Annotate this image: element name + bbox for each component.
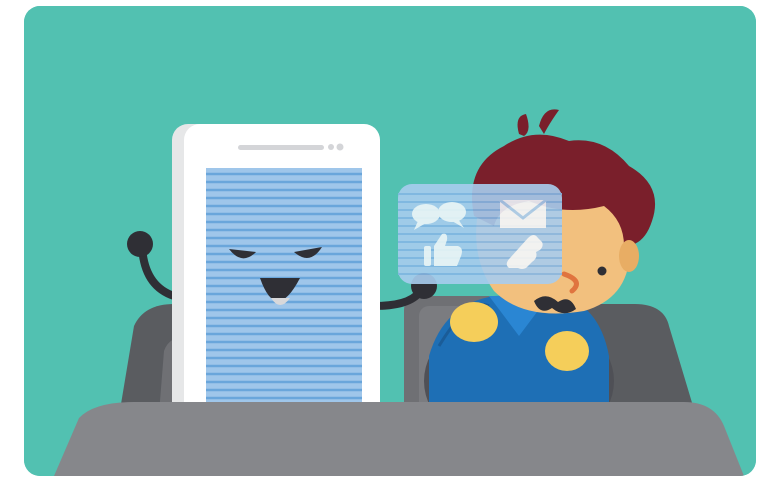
- notification-bubble: [398, 184, 562, 284]
- illustration-frame: [24, 6, 756, 476]
- driver-left-hand: [450, 302, 498, 342]
- dashboard: [54, 402, 744, 476]
- phone-speaker: [238, 145, 324, 150]
- envelope-icon: [499, 198, 547, 228]
- phone-character: [172, 124, 380, 424]
- distracted-driving-illustration: [24, 6, 756, 476]
- driver-eye: [597, 266, 607, 276]
- driver-right-hand: [545, 331, 589, 371]
